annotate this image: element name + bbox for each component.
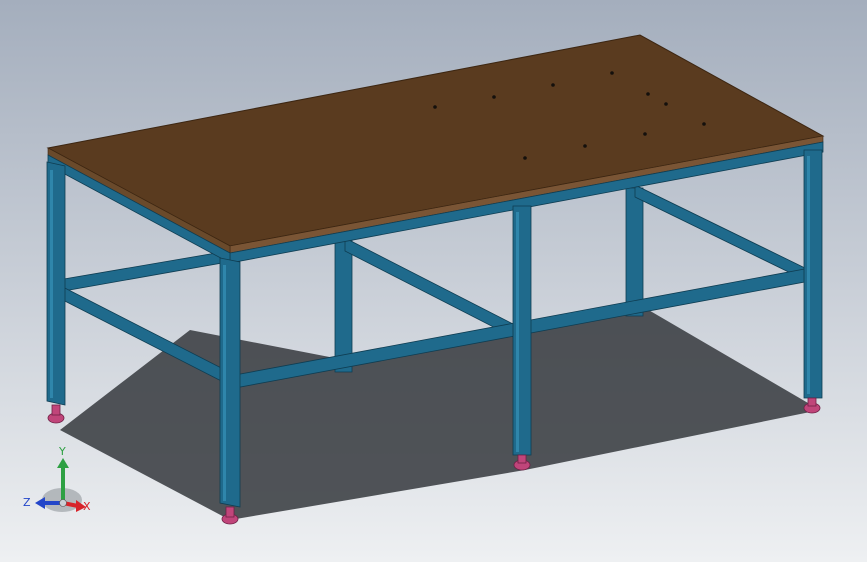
hole [551, 83, 555, 87]
foot-stem [225, 506, 235, 518]
cad-viewport[interactable]: Y X Z [0, 0, 867, 562]
leg-front-left [46, 161, 66, 406]
hole [646, 92, 650, 96]
rail-left-end [57, 251, 223, 293]
hole [492, 95, 496, 99]
rail-back-right [634, 184, 806, 281]
foot-stem [51, 404, 61, 416]
foot-stem [807, 397, 817, 407]
axis-z-arrow [35, 497, 45, 509]
hole [583, 144, 587, 148]
hole [523, 156, 527, 160]
hole [702, 122, 706, 126]
leg-back-right [625, 187, 644, 317]
leg-front-right [803, 149, 823, 399]
leg-highlight [516, 212, 519, 452]
axis-y-label: Y [58, 445, 66, 458]
leg-highlight [807, 156, 810, 394]
triad-origin [59, 499, 67, 507]
axis-x-label: X [83, 500, 91, 513]
hole [610, 71, 614, 75]
leg-highlight [223, 265, 226, 501]
rail-back-center [344, 237, 516, 339]
hole [433, 105, 437, 109]
model-scene[interactable]: Y X Z [0, 0, 867, 562]
axis-z-label: Z [23, 496, 31, 509]
axis-y-arrow [57, 458, 69, 468]
hole [643, 132, 647, 136]
hole [664, 102, 668, 106]
reference-triad[interactable]: Y X Z [23, 445, 91, 513]
leg-back-center [334, 239, 353, 373]
leg-highlight [50, 170, 53, 398]
leg-front-center [512, 205, 532, 456]
foot-stem [517, 454, 527, 464]
